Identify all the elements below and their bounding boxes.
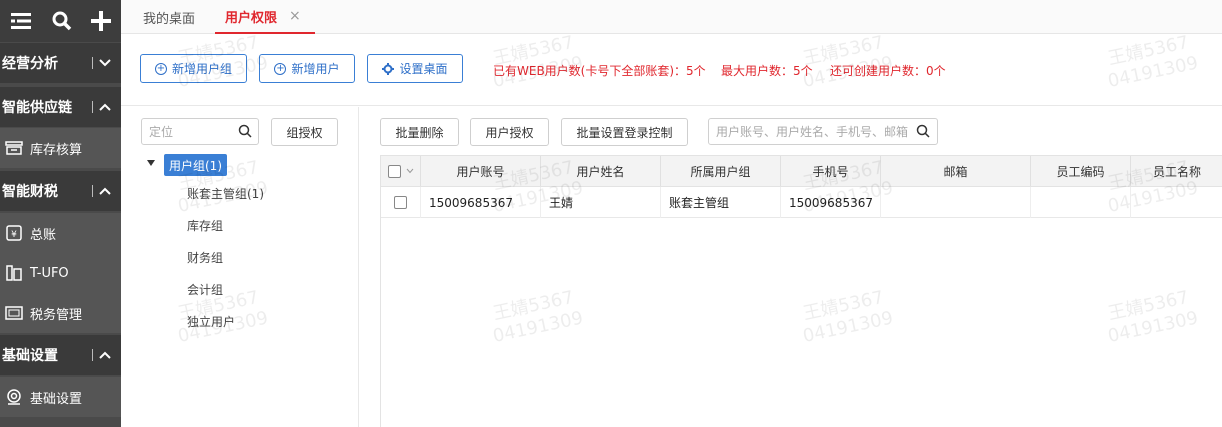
toolbar: + 新增用户组 + 新增用户 设置桌面 已有WEB用户数(卡号下全部账套)：5个… (121, 34, 1222, 106)
plus-circle-icon: + (154, 62, 167, 75)
sidebar-item-label: 库存核算 (30, 142, 83, 158)
settings-icon (4, 387, 24, 407)
column-header[interactable]: 手机号 (781, 156, 881, 186)
sidebar-item-inventory[interactable]: 库存核算 (0, 128, 121, 168)
close-icon[interactable]: × (289, 8, 301, 24)
tree-root-user-group[interactable]: 用户组(1) (164, 154, 227, 176)
user-auth-button[interactable]: 用户授权 (470, 118, 549, 146)
plus-icon[interactable] (81, 0, 121, 42)
cell-phone: 15009685367 (781, 187, 881, 218)
sidebar-item-label: 总账 (30, 227, 57, 243)
user-search-input[interactable] (709, 119, 909, 144)
cell-emp-code (1031, 187, 1131, 218)
inventory-icon (4, 138, 24, 158)
tab-label: 我的桌面 (143, 11, 196, 27)
plus-circle-icon: + (274, 62, 287, 75)
table-row[interactable]: 15009685367 王婧 账套主管组 15009685367 (381, 187, 1222, 218)
search-icon[interactable] (916, 124, 930, 141)
sidebar-item-basic-settings[interactable]: 基础设置 (0, 377, 121, 417)
select-all-cell (381, 156, 421, 186)
tree-node[interactable]: 库存组 (187, 217, 223, 234)
chevron-down-icon[interactable] (92, 57, 121, 69)
sidebar-category-supply-chain[interactable]: 智能供应链 (0, 87, 121, 127)
column-header[interactable]: 所属用户组 (661, 156, 781, 186)
set-desktop-button[interactable]: 设置桌面 (367, 54, 463, 83)
report-icon (4, 263, 24, 283)
cell-email (881, 187, 1031, 218)
row-select-cell (381, 187, 421, 218)
batch-delete-button[interactable]: 批量删除 (380, 118, 459, 146)
button-label: 设置桌面 (399, 62, 448, 76)
tab-user-permissions[interactable]: 用户权限 × (215, 0, 315, 34)
menu-icon[interactable] (2, 0, 42, 42)
ledger-icon: ¥ (4, 223, 24, 243)
category-label: 基础设置 (2, 348, 58, 364)
sidebar-item-tufo[interactable]: T-UFO (0, 253, 121, 293)
gear-icon (382, 62, 395, 75)
chevron-up-icon[interactable] (92, 185, 121, 197)
table-header: 用户账号 用户姓名 所属用户组 手机号 邮箱 员工编码 员工名称 (381, 155, 1222, 187)
svg-text:¥: ¥ (11, 230, 17, 240)
cell-emp-name (1131, 187, 1222, 218)
tree-node[interactable]: 财务组 (187, 249, 223, 266)
column-header[interactable]: 邮箱 (881, 156, 1031, 186)
search-icon[interactable] (42, 0, 82, 42)
user-search (708, 118, 938, 145)
app-window: 经营分析 智能供应链 库存核算 智能财税 ¥ 总账 T-UFO 税务管理 基础设… (0, 0, 1222, 427)
chevron-up-icon[interactable] (92, 101, 121, 113)
column-header[interactable]: 用户姓名 (541, 156, 661, 186)
cell-group: 账套主管组 (661, 187, 781, 218)
sidebar-category-finance-tax[interactable]: 智能财税 (0, 171, 121, 211)
button-label: 新增用户组 (171, 62, 232, 76)
row-checkbox[interactable] (394, 196, 407, 209)
sidebar-category-business-analysis[interactable]: 经营分析 (0, 43, 121, 83)
caret-down-icon[interactable] (147, 160, 155, 166)
tree-node[interactable]: 会计组 (187, 281, 223, 298)
column-header[interactable]: 用户账号 (421, 156, 541, 186)
add-user-button[interactable]: + 新增用户 (259, 54, 355, 83)
chevron-down-icon[interactable] (406, 168, 414, 174)
sidebar-item-label: T-UFO (30, 265, 69, 281)
sidebar-category-basic-settings[interactable]: 基础设置 (0, 335, 121, 375)
search-icon[interactable] (238, 124, 252, 141)
tab-label: 用户权限 (225, 10, 278, 26)
sidebar-item-ledger[interactable]: ¥ 总账 (0, 213, 121, 253)
sidebar-top (0, 0, 121, 42)
column-header[interactable]: 员工编码 (1031, 156, 1131, 186)
category-label: 经营分析 (2, 56, 58, 72)
button-label: 新增用户 (291, 62, 340, 76)
tree-search (141, 118, 259, 145)
sidebar-item-tax[interactable]: 税务管理 (0, 293, 121, 333)
category-label: 智能供应链 (2, 100, 72, 116)
chevron-up-icon[interactable] (92, 349, 121, 361)
remaining-user-count: 还可创建用户数：0个 (830, 64, 946, 78)
tree-node[interactable]: 独立用户 (187, 313, 235, 330)
tab-bar: 我的桌面 用户权限 × (121, 0, 1222, 34)
sidebar-item-label: 基础设置 (30, 391, 83, 407)
add-user-group-button[interactable]: + 新增用户组 (140, 54, 247, 83)
tab-my-desktop[interactable]: 我的桌面 (143, 0, 195, 34)
cell-account: 15009685367 (421, 187, 541, 218)
user-grid-panel: 批量删除 用户授权 批量设置登录控制 用户账号 用户姓名 所属用户组 手机号 邮… (360, 107, 1222, 427)
web-user-count: 已有WEB用户数(卡号下全部账套)：5个 (493, 64, 706, 78)
tree-search-input[interactable] (142, 119, 232, 144)
tax-icon (4, 303, 24, 323)
cell-name: 王婧 (541, 187, 661, 218)
max-user-count: 最大用户数：5个 (721, 64, 813, 78)
column-header[interactable]: 员工名称 (1131, 156, 1222, 186)
user-table: 用户账号 用户姓名 所属用户组 手机号 邮箱 员工编码 员工名称 1500968… (380, 155, 1222, 427)
batch-login-control-button[interactable]: 批量设置登录控制 (561, 118, 688, 146)
category-label: 智能财税 (2, 184, 58, 200)
tree-node[interactable]: 账套主管组(1) (187, 185, 264, 202)
select-all-checkbox[interactable] (387, 164, 401, 178)
sidebar: 经营分析 智能供应链 库存核算 智能财税 ¥ 总账 T-UFO 税务管理 基础设… (0, 0, 121, 427)
sidebar-item-label: 税务管理 (30, 307, 83, 323)
group-auth-button[interactable]: 组授权 (271, 118, 338, 146)
user-group-tree-panel: 组授权 用户组(1) 账套主管组(1) 库存组 财务组 会计组 独立用户 (121, 107, 359, 427)
